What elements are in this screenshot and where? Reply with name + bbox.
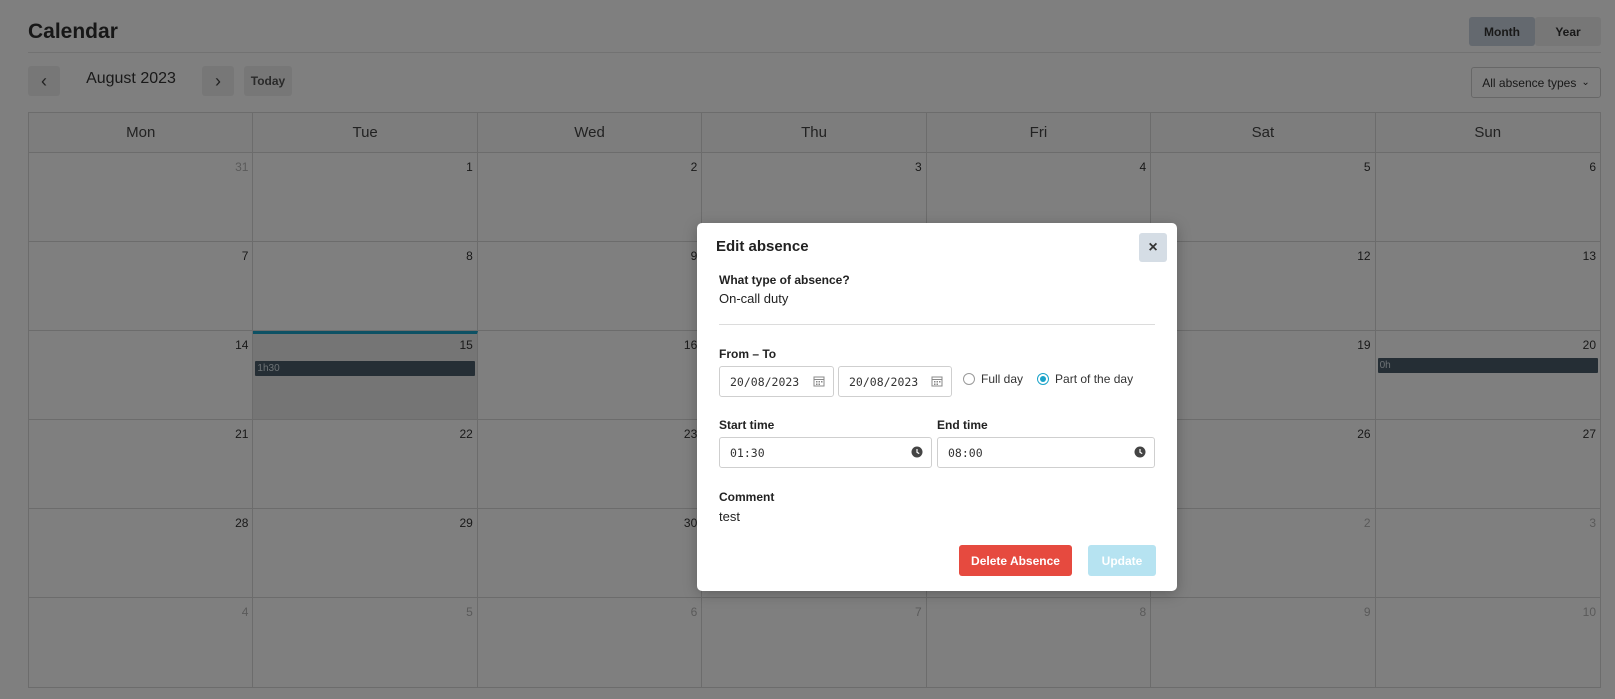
radio-checked-icon: [1037, 373, 1050, 385]
part-of-day-radio[interactable]: Part of the day: [1037, 372, 1133, 386]
section-divider: [719, 324, 1155, 325]
update-button[interactable]: Update: [1088, 545, 1156, 576]
full-day-label: Full day: [981, 372, 1024, 386]
to-date-value: 20/08/2023: [849, 374, 919, 389]
date-range-label: From – To: [719, 347, 777, 361]
absence-type-label: What type of absence?: [719, 273, 850, 287]
close-button[interactable]: ×: [1139, 233, 1167, 262]
radio-unchecked-icon: [963, 373, 975, 385]
end-time-value: 08:00: [948, 445, 983, 460]
delete-absence-button[interactable]: Delete Absence: [959, 545, 1072, 576]
comment-value: test: [719, 509, 740, 524]
end-time-label: End time: [937, 418, 988, 432]
part-of-day-label: Part of the day: [1055, 372, 1134, 386]
absence-type-value: On-call duty: [719, 291, 789, 306]
calendar-icon: [931, 376, 943, 387]
duration-radio-group: Full day Part of the day: [963, 372, 1133, 386]
to-date-input[interactable]: 20/08/2023: [838, 366, 952, 397]
start-time-input[interactable]: 01:30: [719, 437, 932, 468]
end-time-input[interactable]: 08:00: [937, 437, 1155, 468]
edit-absence-dialog: Edit absence × What type of absence? On-…: [697, 223, 1177, 591]
dialog-title: Edit absence: [716, 238, 809, 255]
full-day-radio[interactable]: Full day: [963, 372, 1023, 386]
start-time-label: Start time: [719, 418, 775, 432]
start-time-value: 01:30: [730, 445, 765, 460]
from-date-input[interactable]: 20/08/2023: [719, 366, 834, 397]
clock-icon: [911, 446, 923, 458]
close-icon: ×: [1148, 238, 1158, 256]
comment-label: Comment: [719, 490, 775, 504]
clock-icon: [1134, 446, 1146, 458]
calendar-icon: [813, 376, 825, 387]
from-date-value: 20/08/2023: [730, 374, 800, 389]
